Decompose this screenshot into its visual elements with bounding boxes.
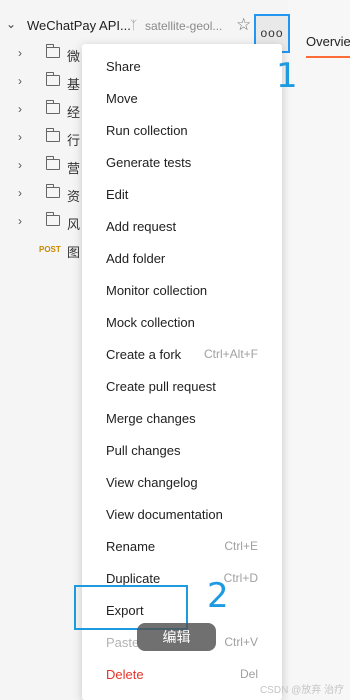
menu-item-label: Generate tests xyxy=(106,155,192,170)
menu-item-label: Monitor collection xyxy=(106,283,208,298)
fork-icon: ᛉ xyxy=(130,18,138,32)
menu-item-move[interactable]: Move xyxy=(82,83,282,115)
annotation-step-1: 1 xyxy=(276,56,298,96)
folder-icon xyxy=(45,184,60,198)
tree-request-item[interactable]: POST 图 xyxy=(0,236,82,264)
menu-item-add-folder[interactable]: Add folder xyxy=(82,243,282,275)
chevron-down-icon[interactable]: ⌄ xyxy=(6,17,16,31)
menu-item-label: Mock collection xyxy=(106,315,195,330)
tree-folder-label: 营 xyxy=(67,161,81,176)
menu-item-shortcut: Ctrl+E xyxy=(224,539,258,553)
folder-icon xyxy=(45,100,60,114)
menu-item-label: Create pull request xyxy=(106,379,216,394)
menu-item-delete[interactable]: Delete Del xyxy=(82,659,282,691)
menu-item-label: Rename xyxy=(106,539,156,554)
tab-active-indicator xyxy=(306,56,350,58)
menu-item-label: Add request xyxy=(106,219,177,234)
edit-overlay-button[interactable]: 编辑 xyxy=(137,623,216,651)
folder-icon xyxy=(45,212,60,226)
menu-item-label: View documentation xyxy=(106,507,223,522)
chevron-right-icon[interactable]: › xyxy=(18,74,22,88)
menu-item-edit[interactable]: Edit xyxy=(82,179,282,211)
menu-item-merge-changes[interactable]: Merge changes xyxy=(82,403,282,435)
folder-icon xyxy=(45,128,60,142)
tree-folder-item[interactable]: › 基 xyxy=(0,68,82,96)
menu-item-monitor-collection[interactable]: Monitor collection xyxy=(82,275,282,307)
folder-icon xyxy=(45,156,60,170)
tree-folder-item[interactable]: › 营 xyxy=(0,152,82,180)
menu-item-label: Pull changes xyxy=(106,443,181,458)
menu-item-shortcut: Ctrl+D xyxy=(223,571,258,585)
menu-item-run-collection[interactable]: Run collection xyxy=(82,115,282,147)
menu-item-label: Create a fork xyxy=(106,347,182,362)
chevron-right-icon[interactable]: › xyxy=(18,158,22,172)
menu-item-mock-collection[interactable]: Mock collection xyxy=(82,307,282,339)
menu-item-label: View changelog xyxy=(106,475,198,490)
tree-folder-item[interactable]: › 风 xyxy=(0,208,82,236)
menu-item-label: Delete xyxy=(106,667,144,682)
menu-item-shortcut: Del xyxy=(239,667,258,681)
tree-folder-item[interactable]: › 行 xyxy=(0,124,82,152)
tree-folder-label: 资 xyxy=(67,189,81,204)
menu-item-share[interactable]: Share xyxy=(82,51,282,83)
tree-folder-label: 行 xyxy=(67,133,81,148)
menu-item-label: Duplicate xyxy=(106,571,161,586)
menu-item-rename[interactable]: Rename Ctrl+E xyxy=(82,531,282,563)
menu-item-label: Merge changes xyxy=(106,411,196,426)
menu-item-generate-tests[interactable]: Generate tests xyxy=(82,147,282,179)
tree-folder-item[interactable]: › 资 xyxy=(0,180,82,208)
tree-folder-label: 经 xyxy=(67,105,81,120)
collection-name[interactable]: WeChatPay API... xyxy=(27,18,131,33)
chevron-right-icon[interactable]: › xyxy=(18,186,22,200)
menu-item-view-documentation[interactable]: View documentation xyxy=(82,499,282,531)
watermark: CSDN @放弃 治疗 xyxy=(259,685,344,696)
tree-folder-label: 微 xyxy=(67,49,81,64)
menu-item-create-a-fork[interactable]: Create a fork Ctrl+Alt+F xyxy=(82,339,282,371)
tree-folder-label: 基 xyxy=(67,77,81,92)
folder-icon xyxy=(45,44,60,58)
fork-label: satellite-geol... xyxy=(145,19,223,33)
menu-item-label: Add folder xyxy=(106,251,166,266)
menu-item-label: Move xyxy=(106,91,138,106)
tree-folder-label: 风 xyxy=(67,217,81,232)
menu-item-shortcut: Ctrl+Alt+F xyxy=(203,347,258,361)
tree-request-label: 图 xyxy=(67,245,81,260)
method-badge: POST xyxy=(39,245,61,254)
menu-item-label: Run collection xyxy=(106,123,188,138)
folder-icon xyxy=(45,72,60,86)
menu-item-shortcut: Ctrl+V xyxy=(224,635,258,649)
collection-row[interactable]: ⌄ WeChatPay API... ᛉ satellite-geol... ☆… xyxy=(0,8,290,53)
chevron-right-icon[interactable]: › xyxy=(18,102,22,116)
star-icon[interactable]: ☆ xyxy=(236,15,251,35)
menu-item-create-pull-request[interactable]: Create pull request xyxy=(82,371,282,403)
tab-overview[interactable]: Overvie xyxy=(306,34,350,49)
more-dots-icon: ooo xyxy=(260,26,284,40)
menu-item-label: Edit xyxy=(106,187,129,202)
tree-folder-item[interactable]: › 经 xyxy=(0,96,82,124)
menu-item-label: Share xyxy=(106,59,141,74)
tree-folder-item[interactable]: › 微 xyxy=(0,40,82,68)
menu-item-add-request[interactable]: Add request xyxy=(82,211,282,243)
chevron-right-icon[interactable]: › xyxy=(18,130,22,144)
menu-item-view-changelog[interactable]: View changelog xyxy=(82,467,282,499)
annotation-step-2: 2 xyxy=(207,576,229,616)
menu-item-label: Paste xyxy=(106,635,140,650)
chevron-right-icon[interactable]: › xyxy=(18,214,22,228)
chevron-right-icon[interactable]: › xyxy=(18,46,22,60)
menu-item-pull-changes[interactable]: Pull changes xyxy=(82,435,282,467)
